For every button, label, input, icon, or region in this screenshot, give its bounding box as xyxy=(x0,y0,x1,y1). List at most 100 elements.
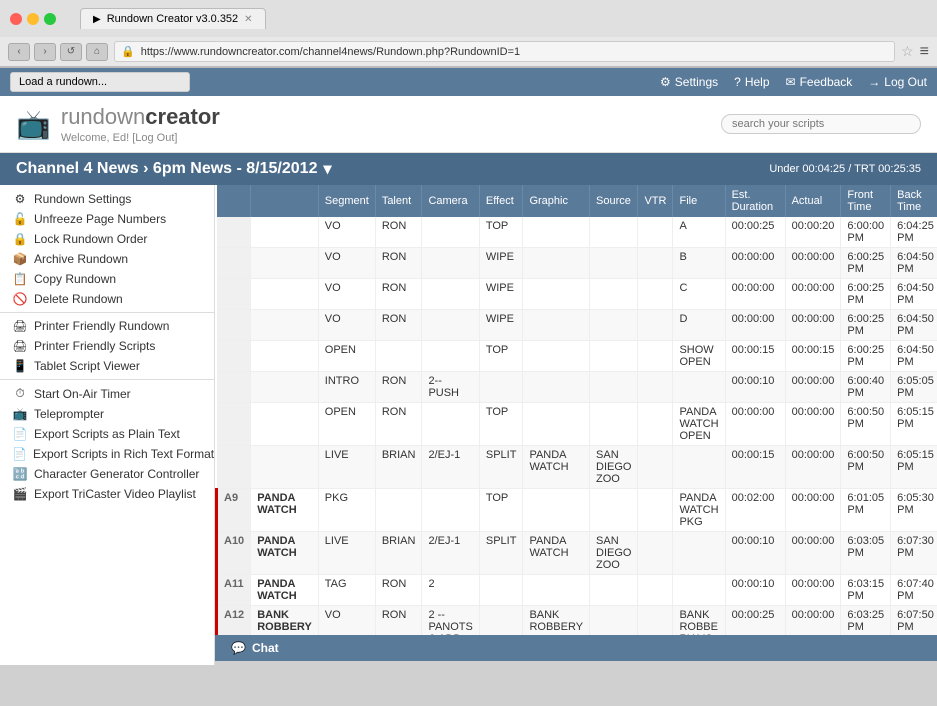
settings-icon: ⚙ xyxy=(660,75,671,89)
forward-button[interactable]: › xyxy=(34,43,56,61)
sidebar-item-copy-rundown[interactable]: 📋Copy Rundown xyxy=(0,269,214,289)
sidebar-item-icon: 📋 xyxy=(12,272,28,286)
sidebar-item-export-rich-text[interactable]: 📄Export Scripts in Rich Text Format xyxy=(0,444,214,464)
cell-effect xyxy=(479,606,523,636)
cell-segment: INTRO xyxy=(318,372,375,403)
back-button[interactable]: ‹ xyxy=(8,43,30,61)
table-row[interactable]: A9PANDA WATCHPKGTOPPANDA WATCH PKG00:02:… xyxy=(217,489,937,532)
sidebar-item-archive-rundown[interactable]: 📦Archive Rundown xyxy=(0,249,214,269)
cell-front: 6:00:40 PM xyxy=(841,372,891,403)
window-controls xyxy=(10,13,56,25)
cell-camera xyxy=(422,403,479,446)
cell-source xyxy=(590,403,638,446)
cell-back: 6:05:05 PM xyxy=(891,372,937,403)
menu-icon[interactable]: ≡ xyxy=(920,43,929,61)
search-scripts-input[interactable] xyxy=(721,114,921,134)
sidebar-item-tablet-script-viewer[interactable]: 📱 Tablet Script Viewer xyxy=(0,356,214,376)
table-row[interactable]: VORONTOPA00:00:2500:00:206:00:00 PM6:04:… xyxy=(217,217,937,248)
sidebar-item-label: Teleprompter xyxy=(34,407,104,421)
table-row[interactable]: A11PANDA WATCHTAGRON200:00:1000:00:006:0… xyxy=(217,575,937,606)
cell-back: 6:05:15 PM xyxy=(891,446,937,489)
cell-effect: TOP xyxy=(479,403,523,446)
cell-graphic xyxy=(523,403,590,446)
sidebar-item-start-on-air-timer[interactable]: ⏱Start On-Air Timer xyxy=(0,383,214,404)
refresh-button[interactable]: ↺ xyxy=(60,43,82,61)
sidebar-divider xyxy=(0,379,214,380)
cell-row-id xyxy=(217,403,251,446)
cell-camera xyxy=(422,279,479,310)
table-row[interactable]: INTRORON2-- PUSH00:00:1000:00:006:00:40 … xyxy=(217,372,937,403)
cell-camera xyxy=(422,217,479,248)
feedback-nav[interactable]: ✉ Feedback xyxy=(786,75,853,89)
table-row[interactable]: VORONWIPEB00:00:0000:00:006:00:25 PM6:04… xyxy=(217,248,937,279)
cell-back: 6:04:50 PM xyxy=(891,341,937,372)
ssl-icon: 🔒 xyxy=(121,45,135,58)
cell-row-id: A12 xyxy=(217,606,251,636)
cell-actual: 00:00:15 xyxy=(785,341,841,372)
cell-row-title xyxy=(251,279,319,310)
cell-back: 6:04:50 PM xyxy=(891,248,937,279)
cell-graphic xyxy=(523,310,590,341)
help-icon: ? xyxy=(734,75,741,89)
cell-actual: 00:00:00 xyxy=(785,372,841,403)
cell-row-title: PANDA WATCH xyxy=(251,575,319,606)
logout-nav[interactable]: → Log Out xyxy=(868,75,927,89)
close-button[interactable] xyxy=(10,13,22,25)
table-row[interactable]: A10PANDA WATCHLIVEBRIAN2/EJ-1SPLITPANDA … xyxy=(217,532,937,575)
col-header-camera: Camera xyxy=(422,185,479,217)
cell-est_dur: 00:00:25 xyxy=(725,217,785,248)
sidebar-item-delete-rundown[interactable]: 🚫Delete Rundown xyxy=(0,289,214,309)
col-header-back-time: Back Time xyxy=(891,185,937,217)
sidebar-item-unfreeze-page-numbers[interactable]: 🔓Unfreeze Page Numbers xyxy=(0,209,214,229)
table-row[interactable]: OPENTOPSHOW OPEN00:00:1500:00:156:00:25 … xyxy=(217,341,937,372)
sidebar-item-teleprompter[interactable]: 📺Teleprompter xyxy=(0,404,214,424)
cell-graphic xyxy=(523,489,590,532)
cell-file: D xyxy=(673,310,725,341)
sidebar-item-printer-friendly-scripts[interactable]: 🖨Printer Friendly Scripts xyxy=(0,336,214,356)
cell-effect xyxy=(479,372,523,403)
cell-row-id xyxy=(217,217,251,248)
help-nav[interactable]: ? Help xyxy=(734,75,769,89)
home-button[interactable]: ⌂ xyxy=(86,43,108,61)
cell-segment: LIVE xyxy=(318,532,375,575)
cell-camera xyxy=(422,248,479,279)
sidebar-item-label: Tablet Script Viewer xyxy=(34,359,140,373)
sidebar-item-label: Character Generator Controller xyxy=(34,467,199,481)
settings-nav[interactable]: ⚙ Settings xyxy=(660,75,718,89)
welcome-text: Welcome, Ed! [Log Out] xyxy=(61,132,220,144)
table-row[interactable]: LIVEBRIAN2/EJ-1SPLITPANDA WATCHSAN DIEGO… xyxy=(217,446,937,489)
sidebar-item-label: Export Scripts in Rich Text Format xyxy=(33,447,214,461)
cell-segment: VO xyxy=(318,248,375,279)
cell-est_dur: 00:00:00 xyxy=(725,310,785,341)
sidebar-item-lock-rundown-order[interactable]: 🔒Lock Rundown Order xyxy=(0,229,214,249)
table-row[interactable]: A12BANK ROBBERYVORON2 -- PANOTS & ADDBAN… xyxy=(217,606,937,636)
chat-button[interactable]: 💬 Chat xyxy=(215,635,937,661)
cell-vtr xyxy=(638,446,673,489)
cell-row-title: PANDA WATCH xyxy=(251,489,319,532)
table-row[interactable]: OPENRONTOPPANDA WATCH OPEN00:00:0000:00:… xyxy=(217,403,937,446)
cell-talent: RON xyxy=(375,575,422,606)
url-display[interactable]: https://www.rundowncreator.com/channel4n… xyxy=(141,46,888,58)
sidebar-item-export-tricaster[interactable]: 🎬Export TriCaster Video Playlist xyxy=(0,484,214,504)
rundown-dropdown[interactable]: Load a rundown... xyxy=(10,72,190,92)
sidebar-item-character-generator[interactable]: 🔡Character Generator Controller xyxy=(0,464,214,484)
tab-close-icon[interactable]: ✕ xyxy=(244,14,252,25)
cell-est_dur: 00:00:00 xyxy=(725,279,785,310)
page-title-dropdown-icon[interactable]: ▾ xyxy=(323,159,331,179)
sidebar-item-icon: 📱 xyxy=(12,359,28,373)
table-row[interactable]: VORONWIPED00:00:0000:00:006:00:25 PM6:04… xyxy=(217,310,937,341)
cell-actual: 00:00:00 xyxy=(785,446,841,489)
cell-file: B xyxy=(673,248,725,279)
minimize-button[interactable] xyxy=(27,13,39,25)
sidebar-item-label: Rundown Settings xyxy=(34,192,131,206)
cell-segment: VO xyxy=(318,217,375,248)
cell-graphic xyxy=(523,575,590,606)
sidebar-item-rundown-settings[interactable]: ⚙Rundown Settings xyxy=(0,189,214,209)
cell-segment: PKG xyxy=(318,489,375,532)
cell-front: 6:00:25 PM xyxy=(841,310,891,341)
bookmark-icon[interactable]: ☆ xyxy=(901,43,914,60)
table-row[interactable]: VORONWIPEC00:00:0000:00:006:00:25 PM6:04… xyxy=(217,279,937,310)
sidebar-item-printer-friendly-rundown[interactable]: 🖨Printer Friendly Rundown xyxy=(0,316,214,336)
sidebar-item-export-plain-text[interactable]: 📄Export Scripts as Plain Text xyxy=(0,424,214,444)
maximize-button[interactable] xyxy=(44,13,56,25)
